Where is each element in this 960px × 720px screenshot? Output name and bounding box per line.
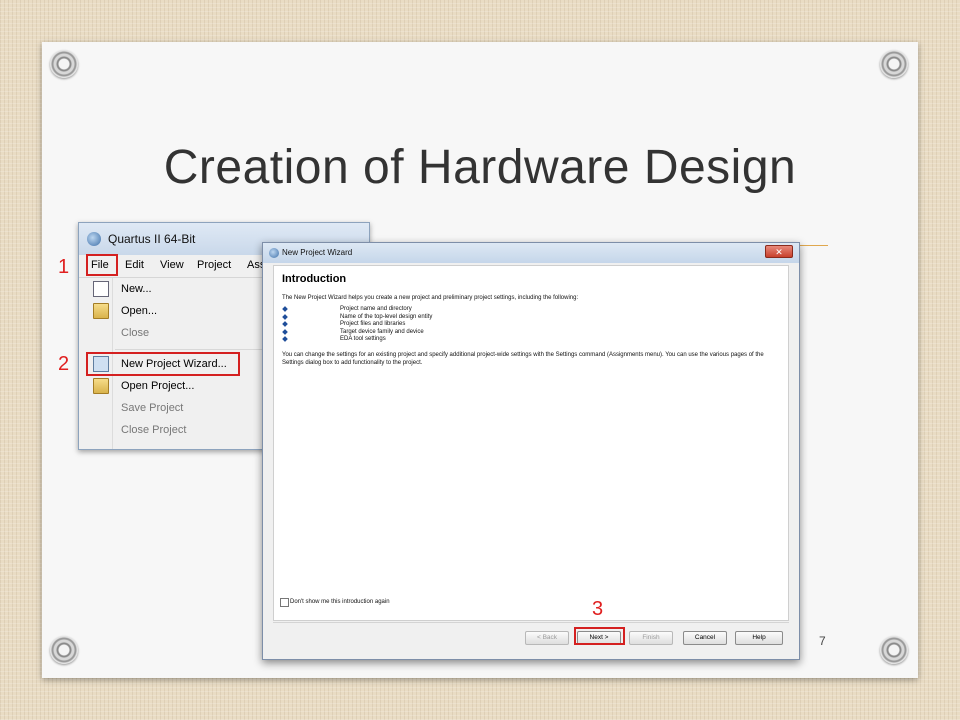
menu-item-label: Save Project — [121, 402, 184, 414]
screw-top-left-icon — [50, 50, 78, 78]
menu-item-label: Open Project... — [121, 380, 195, 392]
list-item-text: Project files and libraries — [340, 321, 406, 327]
wizard-divider — [273, 622, 789, 623]
highlight-new-project-wizard — [86, 352, 240, 376]
screw-bottom-left-icon — [50, 636, 78, 664]
wizard-content-panel: Introduction The New Project Wizard help… — [273, 265, 789, 621]
open-folder-icon — [93, 303, 109, 319]
wizard-titlebar: New Project Wizard ✕ — [263, 243, 799, 263]
cancel-button[interactable]: Cancel — [683, 631, 727, 645]
step-marker-1: 1 — [58, 256, 70, 278]
new-project-wizard-dialog: New Project Wizard ✕ Introduction The Ne… — [262, 242, 800, 660]
bullet-icon — [282, 306, 288, 312]
dont-show-again-checkbox[interactable] — [280, 598, 289, 607]
new-document-icon — [93, 281, 109, 297]
wizard-app-icon — [269, 248, 279, 258]
list-item-text: Project name and directory — [340, 306, 412, 312]
menu-item-label: Open... — [121, 305, 158, 317]
list-item-text: Name of the top-level design entity — [340, 313, 433, 320]
screw-top-right-icon — [880, 50, 908, 78]
step-marker-3: 3 — [592, 598, 604, 620]
menu-view[interactable]: View — [160, 259, 184, 271]
list-item-text: Target device family and device — [340, 328, 424, 335]
list-item-text: EDA tool settings — [340, 336, 386, 342]
screw-bottom-right-icon — [880, 636, 908, 664]
bullet-icon — [282, 321, 288, 327]
menu-project[interactable]: Project — [197, 259, 231, 271]
wizard-intro-text: The New Project Wizard helps you create … — [282, 295, 579, 301]
menu-edit[interactable]: Edit — [125, 259, 144, 271]
menu-item-label: Close — [121, 327, 150, 339]
slide-title: Creation of Hardware Design — [163, 141, 797, 194]
wizard-outro-text: You can change the settings for an exist… — [282, 352, 764, 366]
wizard-heading: Introduction — [282, 273, 347, 285]
bullet-icon — [282, 336, 288, 342]
finish-button[interactable]: Finish — [629, 631, 673, 645]
quartus-window-title: Quartus II 64-Bit — [108, 232, 196, 246]
dont-show-again-label: Don't show me this introduction again — [290, 599, 390, 605]
highlight-next-button — [574, 627, 625, 645]
quartus-app-icon — [87, 232, 101, 246]
highlight-file-menu — [86, 254, 118, 276]
open-project-icon — [93, 378, 109, 394]
accent-line — [796, 245, 828, 246]
page-number: 7 — [819, 634, 826, 648]
menu-item-label: Close Project — [121, 424, 187, 436]
help-button[interactable]: Help — [735, 631, 783, 645]
back-button[interactable]: < Back — [525, 631, 569, 645]
bullet-icon — [282, 313, 288, 320]
wizard-window-title: New Project Wizard — [282, 248, 353, 257]
menu-item-label: New... — [121, 283, 152, 295]
close-icon[interactable]: ✕ — [765, 245, 793, 258]
bullet-icon — [282, 328, 288, 335]
step-marker-2: 2 — [58, 353, 70, 375]
